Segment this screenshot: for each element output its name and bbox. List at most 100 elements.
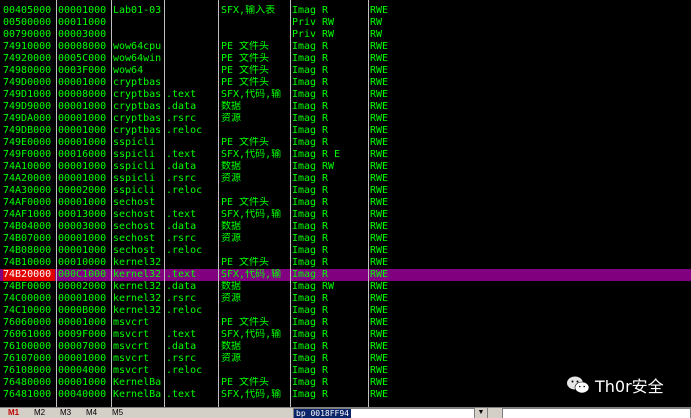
cell-size: 00013000 bbox=[58, 209, 107, 220]
wechat-icon bbox=[567, 376, 590, 394]
table-row[interactable]: 00500000 00011000 Priv RW RW bbox=[0, 17, 691, 29]
cell-size: 00008000 bbox=[58, 89, 107, 100]
cell-access: RW bbox=[322, 17, 335, 28]
cell-section bbox=[166, 317, 216, 329]
table-row[interactable]: 749D9000 00001000 cryptbas .data 数据 Imag R RWE bbox=[0, 101, 691, 113]
table-row[interactable]: 74920000 0005C000 wow64win PE 文件头 Imag R RWE bbox=[0, 53, 691, 65]
cell-section: .data bbox=[166, 161, 197, 172]
table-row[interactable]: 76060000 00001000 msvcrt PE 文件头 Imag R RWE bbox=[0, 317, 691, 329]
cell-owner: Lab01-03 bbox=[113, 5, 162, 16]
table-row[interactable]: 76061000 0009F000 msvcrt .text SFX,代码,输 Imag R… bbox=[0, 329, 691, 341]
cell-contains bbox=[221, 305, 289, 317]
cell-initial-access: RWE bbox=[370, 209, 389, 220]
table-row[interactable]: 74A10000 00001000 sspicli .data 数据 Imag RW RWE bbox=[0, 161, 691, 173]
cell-contains bbox=[221, 29, 289, 41]
table-row[interactable]: 74C10000 0000B000 kernel32 .reloc Imag R RWE bbox=[0, 305, 691, 317]
table-row[interactable]: 74B10000 00010000 kernel32 PE 文件头 Imag R RWE bbox=[0, 257, 691, 269]
cell-section bbox=[166, 137, 216, 149]
table-row[interactable]: 74A20000 00001000 sspicli .rsrc 资源 Imag R RWE bbox=[0, 173, 691, 185]
cell-access: R bbox=[322, 137, 329, 148]
cell-access: R bbox=[322, 329, 329, 340]
cell-contains: 资源 bbox=[221, 233, 241, 244]
table-row[interactable]: 74B04000 00003000 sechost .data 数据 Imag R RWE bbox=[0, 221, 691, 233]
cell-section bbox=[166, 77, 216, 89]
table-row[interactable]: 74B20000 000C1000 kernel32 .text SFX,代码,输 Ima… bbox=[0, 269, 691, 281]
table-row[interactable]: 749DB000 00001000 cryptbas .reloc Imag R RWE bbox=[0, 125, 691, 137]
cell-address: 74A30000 bbox=[3, 185, 52, 196]
cell-initial-access: RWE bbox=[370, 389, 389, 400]
cell-initial-access: RWE bbox=[370, 317, 389, 328]
cell-size: 00040000 bbox=[58, 389, 107, 400]
cell-address: 749E0000 bbox=[3, 137, 52, 148]
cell-size: 00001000 bbox=[58, 233, 107, 244]
table-row[interactable]: 74C00000 00001000 kernel32 .rsrc 资源 Imag R RWE bbox=[0, 293, 691, 305]
cell-access: R bbox=[322, 209, 329, 220]
cell-size: 00003000 bbox=[58, 221, 107, 232]
cell-owner: sspicli bbox=[113, 185, 156, 196]
cell-section: .rsrc bbox=[166, 173, 197, 184]
table-row[interactable]: 74B07000 00001000 sechost .rsrc 资源 Imag R RWE bbox=[0, 233, 691, 245]
cell-address: 00500000 bbox=[3, 17, 52, 28]
table-row[interactable]: 76107000 00001000 msvcrt .rsrc 资源 Imag R RWE bbox=[0, 353, 691, 365]
cell-initial-access: RWE bbox=[370, 137, 389, 148]
cell-initial-access: RWE bbox=[370, 173, 389, 184]
cell-section bbox=[166, 41, 216, 53]
table-row[interactable]: 74BF0000 00002000 kernel32 .data 数据 Imag RW RWE bbox=[0, 281, 691, 293]
cell-size: 00001000 bbox=[58, 245, 107, 256]
cell-contains: SFX,输入表 bbox=[221, 5, 276, 16]
cell-section bbox=[166, 377, 216, 389]
table-row[interactable]: 749E0000 00001000 sspicli PE 文件头 Imag R RWE bbox=[0, 137, 691, 149]
cell-contains: SFX,代码,输 bbox=[221, 329, 282, 340]
table-row[interactable]: 749D0000 00001000 cryptbas PE 文件头 Imag R RWE bbox=[0, 77, 691, 89]
cell-size: 00001000 bbox=[58, 173, 107, 184]
cell-initial-access: RWE bbox=[370, 329, 389, 340]
table-row[interactable]: 74980000 0003F000 wow64 PE 文件头 Imag R RWE bbox=[0, 65, 691, 77]
cell-address: 74B08000 bbox=[3, 245, 52, 256]
table-row[interactable]: 76100000 00007000 msvcrt .data 数据 Imag R RWE bbox=[0, 341, 691, 353]
cell-owner: cryptbas bbox=[113, 101, 162, 112]
cell-section bbox=[166, 29, 216, 41]
cell-contains bbox=[221, 17, 289, 29]
cell-contains: SFX,代码,输 bbox=[221, 389, 282, 400]
cell-size: 0000B000 bbox=[58, 305, 107, 316]
table-row[interactable]: 00405000 00001000 Lab01-03 SFX,输入表 Imag R RWE bbox=[0, 5, 691, 17]
table-row[interactable]: 00790000 00003000 Priv RW RW bbox=[0, 29, 691, 41]
cell-owner: cryptbas bbox=[113, 113, 162, 124]
cell-owner: sechost bbox=[113, 197, 156, 208]
cell-size: 00001000 bbox=[58, 317, 107, 328]
cell-address: 749D1000 bbox=[3, 89, 52, 100]
cell-size: 00002000 bbox=[58, 185, 107, 196]
cell-size: 00007000 bbox=[58, 341, 107, 352]
cell-initial-access: RWE bbox=[370, 281, 389, 292]
cell-section bbox=[166, 17, 216, 29]
cell-contains: PE 文件头 bbox=[221, 41, 270, 52]
cell-initial-access: RWE bbox=[370, 185, 389, 196]
cell-initial-access: RWE bbox=[370, 221, 389, 232]
cell-owner: sspicli bbox=[113, 173, 156, 184]
table-row[interactable]: 749F0000 00016000 sspicli .text SFX,代码,输 Imag… bbox=[0, 149, 691, 161]
table-row[interactable]: 74B08000 00001000 sechost .reloc Imag R RWE bbox=[0, 245, 691, 257]
cell-contains: PE 文件头 bbox=[221, 53, 270, 64]
table-row[interactable]: 74AF1000 00013000 sechost .text SFX,代码,输 Imag… bbox=[0, 209, 691, 221]
cell-size: 00002000 bbox=[58, 281, 107, 292]
table-row[interactable]: 74910000 00008000 wow64cpu PE 文件头 Imag R RWE bbox=[0, 41, 691, 53]
cell-size: 0009F000 bbox=[58, 329, 107, 340]
table-row[interactable]: 749D1000 00008000 cryptbas .text SFX,代码,输 Ima… bbox=[0, 89, 691, 101]
cell-access: R bbox=[322, 41, 329, 52]
cell-address: 749DA000 bbox=[3, 113, 52, 124]
cell-address: 74C10000 bbox=[3, 305, 52, 316]
cell-size: 00003000 bbox=[58, 29, 107, 40]
cell-address: 74B04000 bbox=[3, 221, 52, 232]
cell-section: .text bbox=[166, 329, 197, 340]
cell-section bbox=[166, 257, 216, 269]
cell-initial-access: RWE bbox=[370, 353, 389, 364]
cell-contains: SFX,代码,输 bbox=[221, 89, 282, 100]
cell-owner: kernel32 bbox=[113, 281, 162, 292]
table-row[interactable]: 74A30000 00002000 sspicli .reloc Imag R RWE bbox=[0, 185, 691, 197]
table-row[interactable]: 74AF0000 00001000 sechost PE 文件头 Imag R RWE bbox=[0, 197, 691, 209]
cell-address: 74920000 bbox=[3, 53, 52, 64]
table-row[interactable]: 749DA000 00001000 cryptbas .rsrc 资源 Imag R RWE bbox=[0, 113, 691, 125]
cell-access: R bbox=[322, 77, 329, 88]
cell-owner: KernelBa bbox=[113, 389, 162, 400]
cell-access: R bbox=[322, 233, 329, 244]
